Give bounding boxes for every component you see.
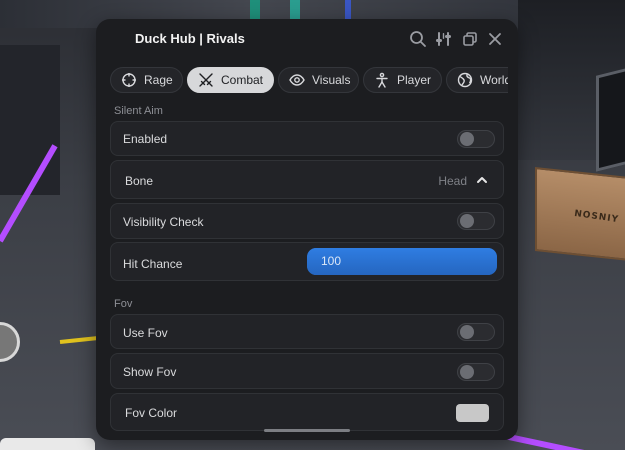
tab-label: Player bbox=[397, 73, 432, 87]
tab-world[interactable]: World bbox=[446, 67, 508, 93]
fov-color-swatch[interactable] bbox=[456, 404, 489, 422]
scene-screen bbox=[596, 64, 625, 172]
option-label: Use Fov bbox=[123, 326, 168, 340]
row-bone[interactable]: Bone Head bbox=[110, 160, 504, 199]
toggle-knob bbox=[460, 325, 474, 339]
title-bar[interactable]: Duck Hub | Rivals bbox=[96, 19, 518, 59]
chevron-up-icon[interactable] bbox=[475, 173, 489, 187]
eye-icon bbox=[289, 72, 305, 88]
tab-bar: Rage Combat Visuals Player World bbox=[110, 67, 508, 95]
hit-chance-slider[interactable]: 100 bbox=[307, 248, 497, 275]
use-fov-toggle[interactable] bbox=[457, 323, 495, 341]
scene-building bbox=[0, 45, 60, 195]
adjust-icon[interactable] bbox=[434, 29, 454, 49]
toggle-knob bbox=[460, 214, 474, 228]
hit-chance-value: 100 bbox=[321, 254, 342, 268]
scrollbar[interactable] bbox=[264, 429, 350, 432]
scene-object bbox=[0, 438, 95, 450]
show-fov-toggle[interactable] bbox=[457, 363, 495, 381]
enabled-toggle[interactable] bbox=[457, 130, 495, 148]
row-fov-color: Fov Color bbox=[110, 393, 504, 431]
row-use-fov: Use Fov bbox=[110, 314, 504, 349]
section-label-silent-aim: Silent Aim bbox=[114, 105, 163, 117]
tab-rage[interactable]: Rage bbox=[110, 67, 183, 93]
option-label: Show Fov bbox=[123, 365, 177, 379]
row-enabled: Enabled bbox=[110, 121, 504, 156]
close-icon[interactable] bbox=[485, 29, 505, 49]
tab-combat[interactable]: Combat bbox=[187, 67, 274, 93]
row-visibility-check: Visibility Check bbox=[110, 203, 504, 239]
section-label-fov: Fov bbox=[114, 298, 133, 310]
option-label: Fov Color bbox=[125, 406, 178, 420]
copy-icon[interactable] bbox=[460, 29, 480, 49]
option-label: Enabled bbox=[123, 132, 168, 146]
tab-visuals[interactable]: Visuals bbox=[278, 67, 359, 93]
option-label: Visibility Check bbox=[123, 215, 204, 229]
option-label: Hit Chance bbox=[123, 257, 183, 271]
person-icon bbox=[374, 72, 390, 88]
crosshair-icon bbox=[121, 72, 137, 88]
option-label: Bone bbox=[125, 174, 154, 188]
visibility-check-toggle[interactable] bbox=[457, 212, 495, 230]
tab-label: Rage bbox=[144, 73, 173, 87]
tab-label: World bbox=[480, 73, 508, 87]
toggle-knob bbox=[460, 365, 474, 379]
row-show-fov: Show Fov bbox=[110, 353, 504, 389]
window-title: Duck Hub | Rivals bbox=[135, 31, 245, 46]
tab-label: Visuals bbox=[312, 73, 351, 87]
bone-dropdown-value[interactable]: Head bbox=[438, 174, 467, 188]
search-icon[interactable] bbox=[408, 29, 428, 49]
globe-icon bbox=[457, 72, 473, 88]
swords-icon bbox=[198, 72, 214, 88]
row-hit-chance: Hit Chance 100 bbox=[110, 242, 504, 281]
hub-window: Duck Hub | Rivals Rage Combat Visuals Pl… bbox=[96, 19, 518, 440]
tab-player[interactable]: Player bbox=[363, 67, 442, 93]
tab-label: Combat bbox=[221, 73, 264, 87]
toggle-knob bbox=[460, 132, 474, 146]
